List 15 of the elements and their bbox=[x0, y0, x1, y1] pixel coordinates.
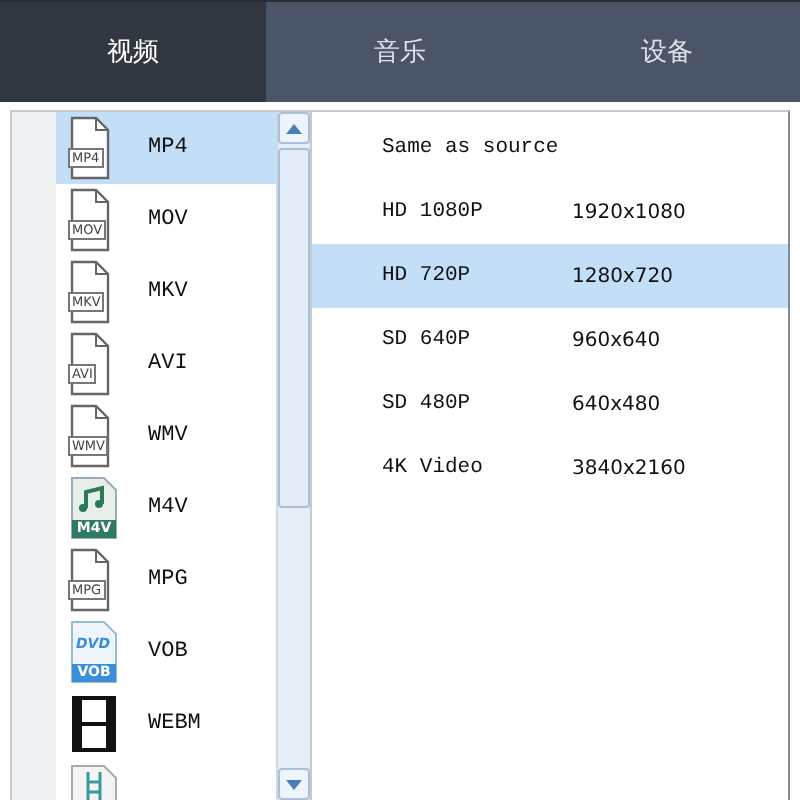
resolution-item[interactable]: SD 480P 640x480 bbox=[312, 372, 788, 436]
scroll-thumb[interactable] bbox=[278, 148, 310, 508]
film-strip-icon bbox=[68, 692, 120, 756]
scroll-up-button[interactable] bbox=[278, 112, 310, 144]
down-arrow-icon bbox=[286, 779, 302, 789]
scroll-down-button[interactable] bbox=[278, 768, 310, 800]
up-arrow-icon bbox=[286, 123, 302, 133]
tab[interactable]: 视频 bbox=[0, 2, 267, 102]
resolution-item[interactable]: HD 720P 1280x720 bbox=[312, 244, 788, 308]
resolution-item[interactable]: SD 640P 960x640 bbox=[312, 308, 788, 372]
resolution-item[interactable]: Same as source bbox=[312, 116, 788, 180]
resolution-item[interactable]: 4K Video 3840x2160 bbox=[312, 436, 788, 500]
format-item[interactable]: WEBM bbox=[56, 688, 276, 760]
resolution-item[interactable]: HD 1080P 1920x1080 bbox=[312, 180, 788, 244]
scrollbar[interactable] bbox=[276, 112, 310, 800]
